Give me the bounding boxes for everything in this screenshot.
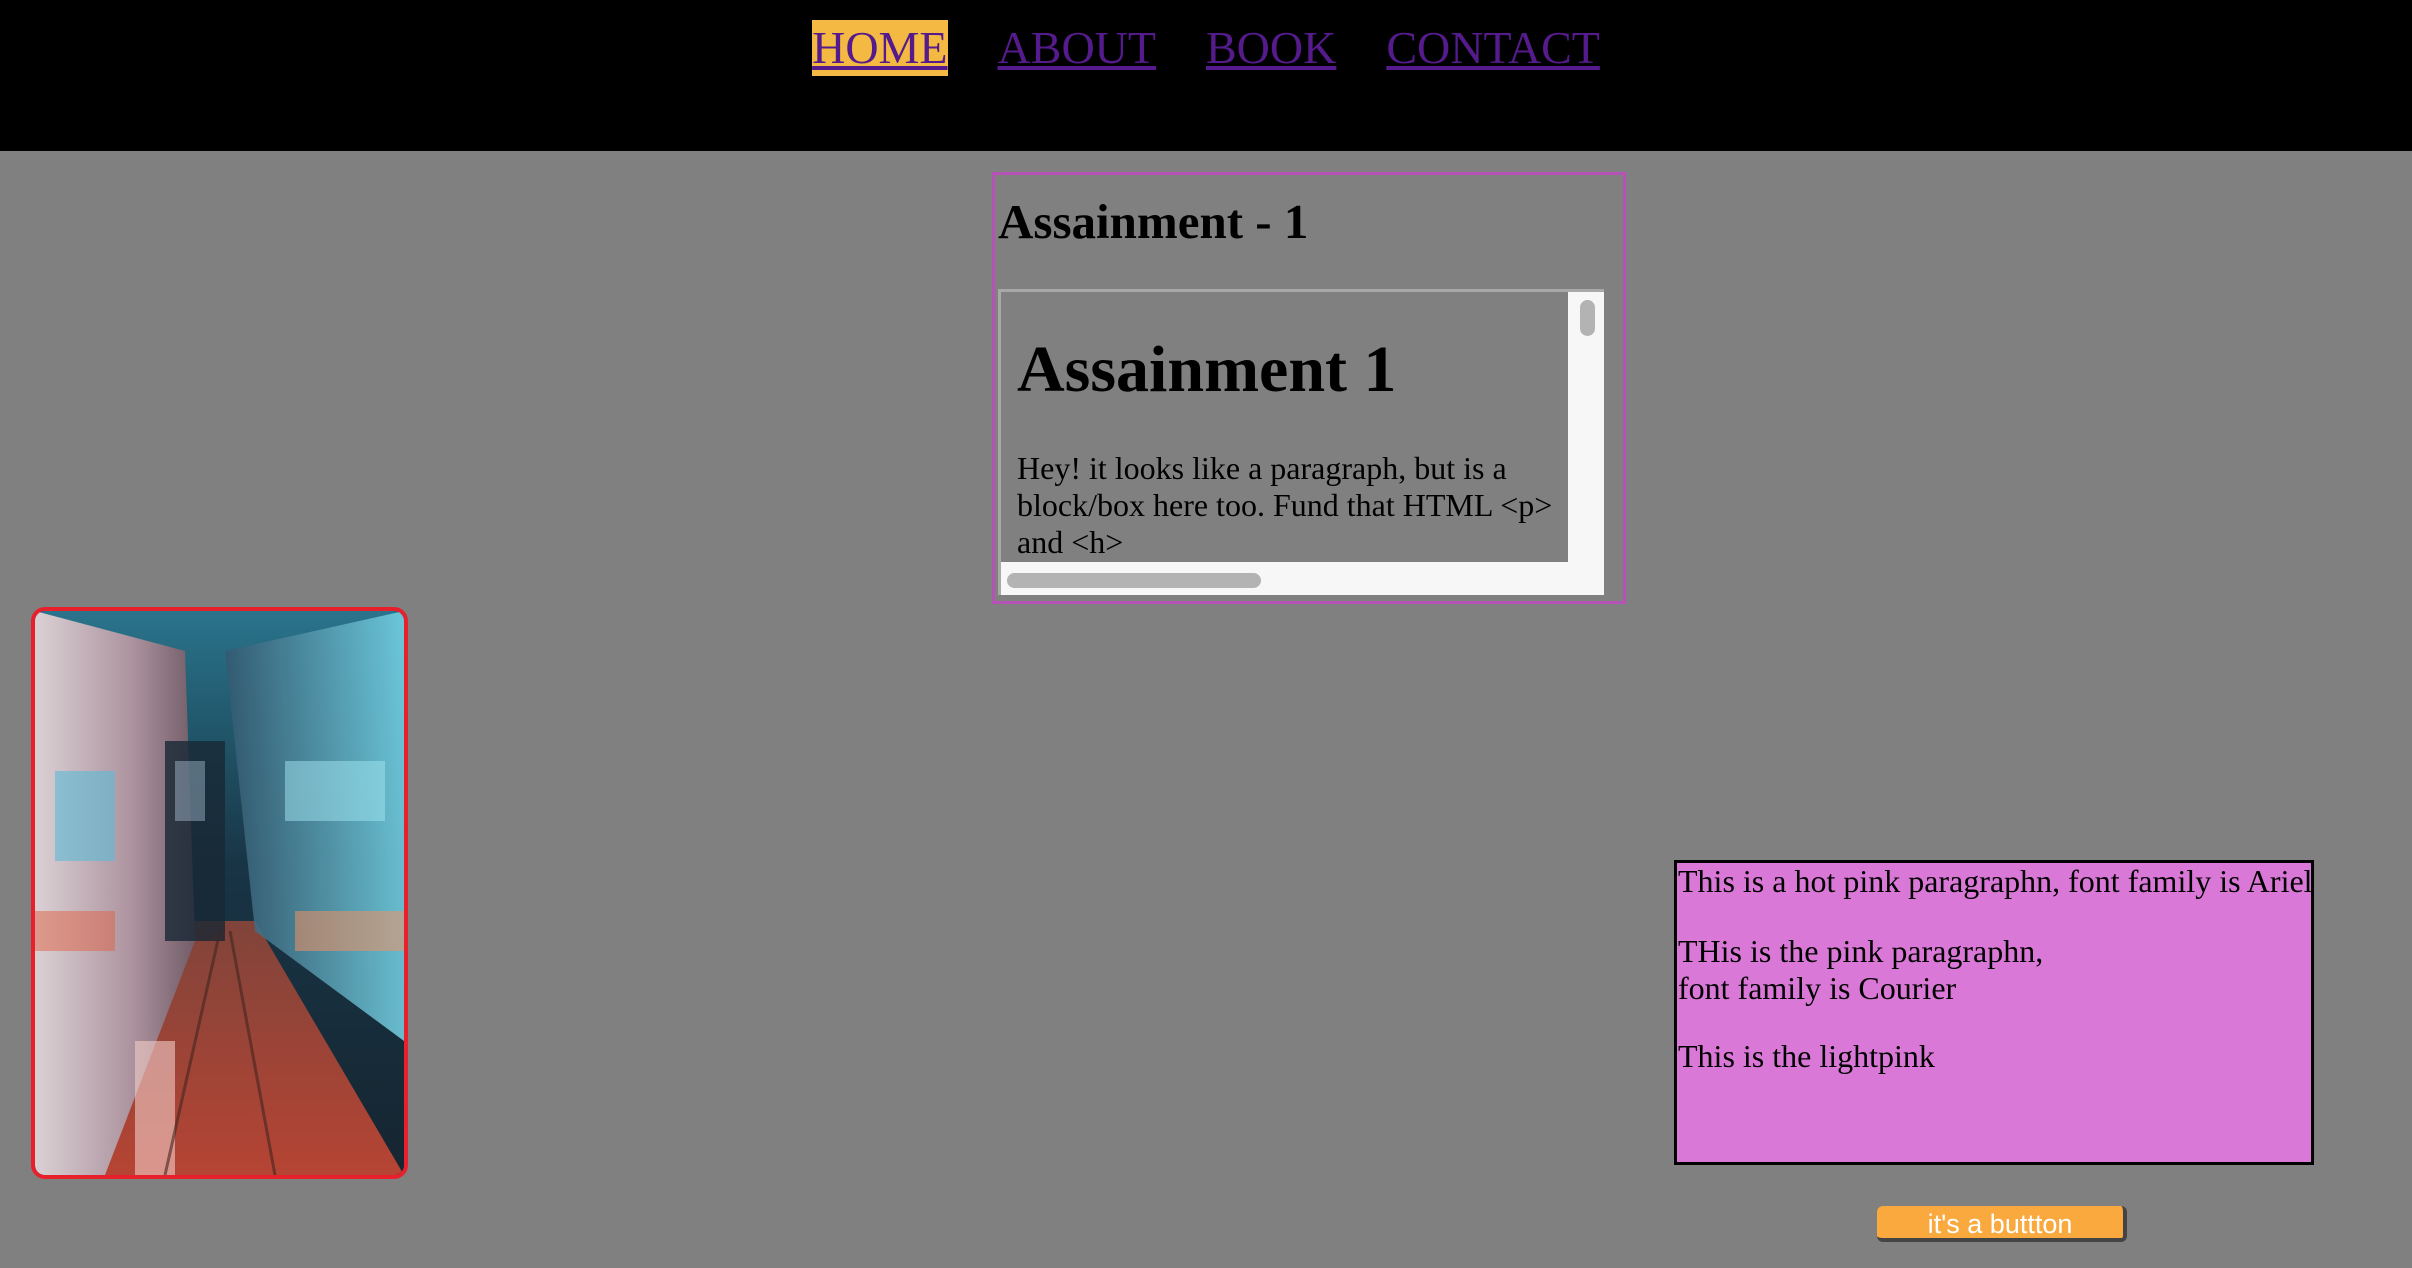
main-nav: HOME ABOUT BOOK CONTACT: [0, 20, 2412, 76]
embedded-frame[interactable]: Assainment 1 Hey! it looks like a paragr…: [998, 289, 1604, 595]
nav-link-about[interactable]: ABOUT: [998, 20, 1156, 76]
hotpink-paragraph: This is a hot pink paragraphn, font fami…: [1678, 863, 2313, 899]
nav-link-book[interactable]: BOOK: [1206, 20, 1336, 76]
assignment-title: Assainment - 1: [998, 194, 1309, 249]
top-nav-bar: HOME ABOUT BOOK CONTACT: [0, 0, 2412, 151]
pink-paragraph-box: This is a hot pink paragraphn, font fami…: [1674, 860, 2314, 1165]
lightpink-paragraph: This is the lightpink: [1678, 1038, 1935, 1074]
embedded-heading: Assainment 1: [1017, 333, 1397, 406]
page: HOME ABOUT BOOK CONTACT Assainment - 1 A…: [0, 0, 2412, 1268]
embedded-frame-viewport: Assainment 1 Hey! it looks like a paragr…: [1001, 292, 1568, 562]
vertical-scroll-thumb[interactable]: [1580, 300, 1595, 336]
nav-link-home[interactable]: HOME: [812, 20, 948, 76]
assignment-section: Assainment - 1 Assainment 1 Hey! it look…: [992, 172, 1626, 604]
pink-paragraph-line-1: THis is the pink paragraphn,: [1678, 933, 2044, 969]
pink-paragraph-line-2: font family is Courier: [1678, 970, 1957, 1006]
city-night-image: [31, 607, 408, 1179]
embedded-paragraph: Hey! it looks like a paragraph, but is a…: [1017, 450, 1553, 560]
horizontal-scroll-thumb[interactable]: [1007, 573, 1261, 588]
horizontal-scrollbar[interactable]: [1001, 565, 1568, 595]
nav-link-contact[interactable]: CONTACT: [1386, 20, 1600, 76]
city-blur-illustration: [35, 611, 404, 1175]
pink-paragraph: THis is the pink paragraphn, font family…: [1678, 933, 2043, 1007]
vertical-scrollbar[interactable]: [1571, 292, 1604, 562]
main-button[interactable]: it's a buttton: [1877, 1206, 2127, 1242]
